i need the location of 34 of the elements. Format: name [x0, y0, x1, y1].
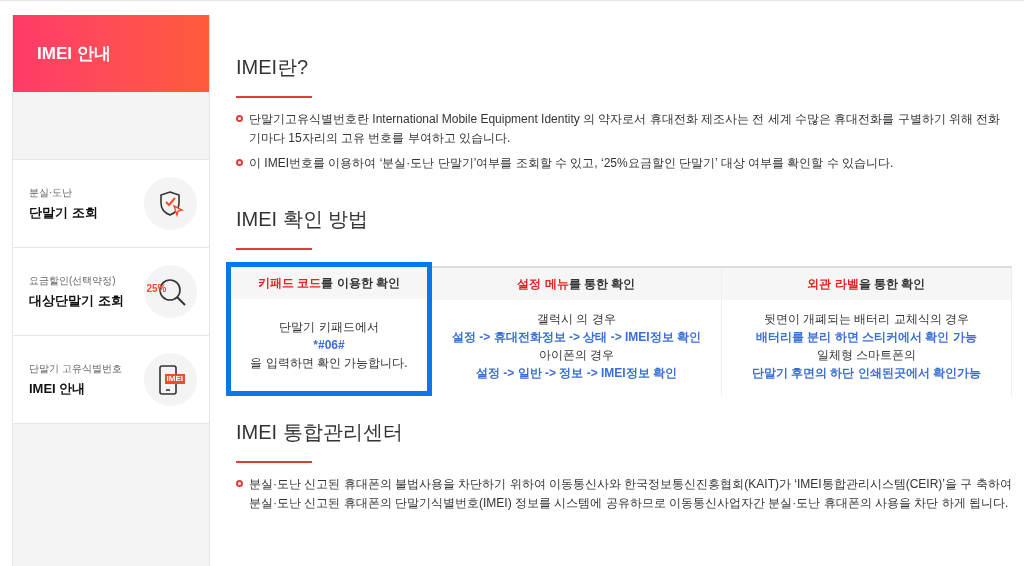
item-label: 단말기 조회 — [29, 203, 98, 222]
method-header: 키패드 코드를 이용한 확인 — [231, 267, 427, 299]
item-label: IMEI 안내 — [29, 379, 87, 398]
instruction-highlight: 설정 -> 일반 -> 정보 -> IMEI정보 확인 — [476, 365, 677, 382]
icon-badge-text: IMEI — [164, 373, 185, 384]
item-caption: 분실·도난 — [29, 185, 74, 200]
description-text: 분실·도난 신고된 휴대폰의 불법사용을 차단하기 위하여 이동통신사와 한국정보통신진흥협회(KAIT)가 ‘IMEI통합관리시스템(CEIR)’을 구 축하여 분실·도난 신고된 휴대폰의 단말기식별번호(IMEI) 정보를 시스템에 공유하므로 이동통신사업자간 분실·도난 휴대폰의 사용을 차단 하게 됩니다. — [249, 476, 1012, 512]
item-label: 대상단말기 조회 — [29, 291, 124, 310]
instruction-text: 단말기 키패드에서 — [279, 319, 379, 336]
instruction-highlight: *#06# — [313, 337, 345, 354]
sidebar-item[interactable]: 분실·도난 단말기 조회 — [13, 159, 209, 248]
sidebar-title: IMEI 안내 — [37, 42, 111, 65]
instruction-text: 갤럭시 의 경우 — [537, 311, 616, 328]
item-caption: 단말기 고유식별번호 — [29, 361, 122, 376]
method-header: 설정 메뉴를 통한 확인 — [432, 268, 721, 300]
sidebar-item[interactable]: 단말기 고유식별번호 IMEI 안내 IMEI — [13, 335, 209, 424]
instruction-highlight: 설정 -> 휴대전화정보 -> 상태 -> IMEI정보 확인 — [452, 329, 701, 346]
instruction-highlight: 단말기 후면의 하단 인쇄된곳에서 확인가능 — [751, 365, 982, 382]
bullet-icon — [236, 159, 243, 166]
bullet-icon — [236, 115, 243, 122]
bullet-icon — [236, 480, 243, 487]
section-title: IMEI 통합관리센터 — [236, 420, 404, 445]
section-title: IMEI란? — [236, 55, 310, 80]
instruction-highlight: 배터리를 분리 하면 스티커에서 확인 가능 — [756, 329, 977, 346]
instruction-text: 을 입력하면 확인 가능합니다. — [250, 355, 408, 372]
method-header: 외관 라벨을 통한 확인 — [722, 268, 1011, 300]
item-caption: 요금할인(선택약정) — [29, 273, 117, 288]
shield-check-icon — [157, 189, 184, 218]
description-text: 이 IMEI번호를 이용하여 ‘분실·도난 단말기’여부를 조회할 수 있고, ‘25%요금할인 단말기’ 대상 여부를 확인할 수 있습니다. — [249, 155, 894, 172]
instruction-text: 아이폰의 경우 — [538, 347, 615, 364]
description-text: 단말기고유식별번호란 International Mobile Equipment Identity 의 약자로서 휴대전화 제조사는 전 세계 수많은 휴대전화를 구별하기 위해 전화기마다 15자리의 고유 번호를 부여하고 있습니다. — [249, 111, 1002, 147]
section-title: IMEI 확인 방법 — [236, 207, 370, 232]
instruction-text: 일체형 스마트폰의 — [816, 347, 917, 364]
instruction-text: 뒷면이 개폐되는 배터리 교체식의 경우 — [763, 311, 970, 328]
